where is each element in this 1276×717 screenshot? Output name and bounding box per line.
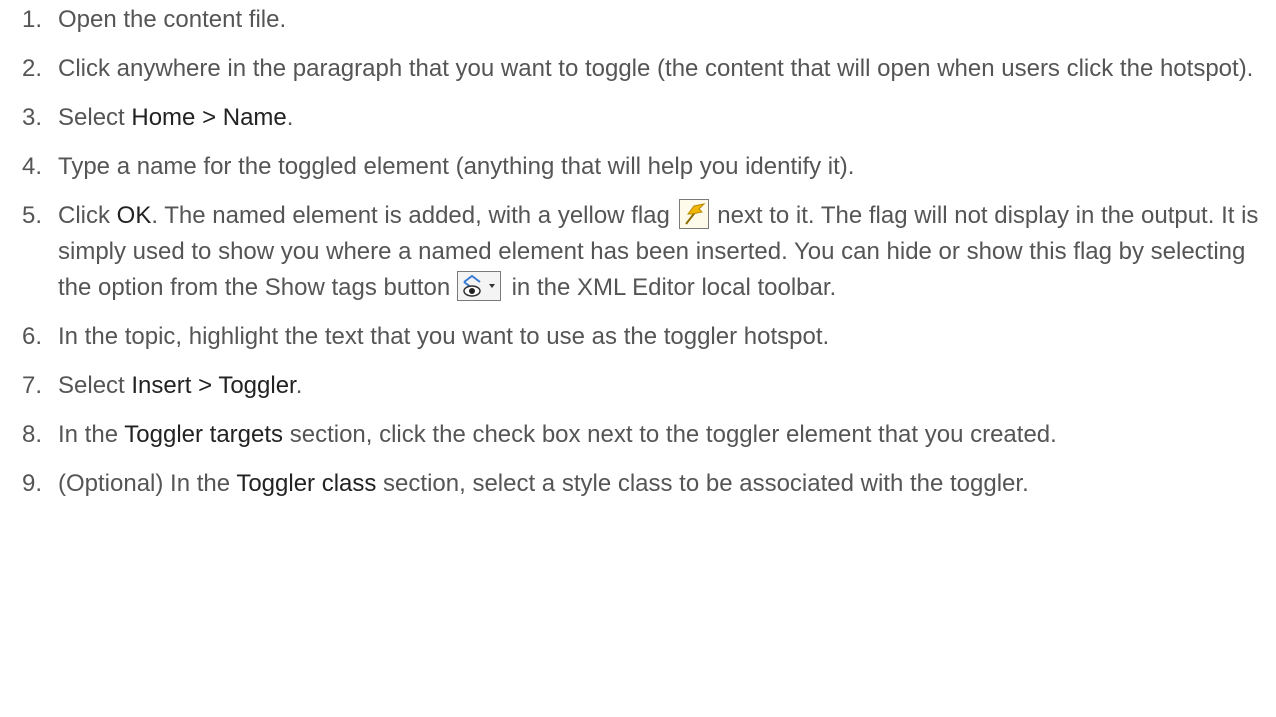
- step-text-pre: Click: [58, 202, 117, 229]
- step-8: 8. In the Toggler targets section, click…: [0, 417, 1276, 453]
- step-text-pre: (Optional) In the: [58, 470, 237, 497]
- yellow-flag-icon: [678, 199, 709, 229]
- step-3: 3. Select Home > Name.: [0, 100, 1276, 136]
- show-tags-icon: [456, 271, 501, 301]
- ui-label-home-name: Home > Name: [131, 104, 287, 131]
- ui-label-toggler-targets: Toggler targets: [124, 421, 284, 448]
- step-7: 7. Select Insert > Toggler.: [0, 368, 1276, 404]
- step-text: In the topic, highlight the text that yo…: [58, 323, 830, 350]
- step-number: 7.: [22, 372, 43, 399]
- step-6: 6. In the topic, highlight the text that…: [0, 319, 1276, 355]
- step-number: 9.: [22, 470, 43, 497]
- step-text-post: .: [286, 104, 294, 131]
- step-1: 1. Open the content file.: [0, 2, 1276, 38]
- step-text: Type a name for the toggled element (any…: [58, 153, 855, 180]
- step-4: 4. Type a name for the toggled element (…: [0, 149, 1276, 185]
- step-text: Click anywhere in the paragraph that you…: [58, 55, 1254, 82]
- step-number: 4.: [22, 153, 43, 180]
- ui-label-ok: OK: [116, 202, 152, 229]
- step-text-pre: Select: [58, 104, 132, 131]
- step-number: 2.: [22, 55, 43, 82]
- step-text-pre: In the: [58, 421, 125, 448]
- ui-label-insert-toggler: Insert > Toggler: [131, 372, 296, 399]
- step-5: 5. Click OK. The named element is added,…: [0, 198, 1276, 306]
- step-text-post: section, select a style class to be asso…: [376, 470, 1029, 497]
- step-number: 1.: [22, 6, 43, 33]
- step-number: 8.: [22, 421, 43, 448]
- step-text-post: .: [295, 372, 303, 399]
- step-9: 9. (Optional) In the Toggler class secti…: [0, 466, 1276, 502]
- steps-list: 1. Open the content file. 2. Click anywh…: [0, 2, 1276, 502]
- step-text-post: section, click the check box next to the…: [283, 421, 1057, 448]
- step-text-pre: Select: [58, 372, 132, 399]
- step-number: 3.: [22, 104, 43, 131]
- step-2: 2. Click anywhere in the paragraph that …: [0, 51, 1276, 87]
- step-text: Open the content file.: [58, 6, 287, 33]
- step-text-end: in the XML Editor local toolbar.: [504, 274, 837, 301]
- ui-label-toggler-class: Toggler class: [236, 470, 377, 497]
- step-text-mid: . The named element is added, with a yel…: [151, 202, 677, 229]
- step-number: 5.: [22, 202, 43, 229]
- step-number: 6.: [22, 323, 43, 350]
